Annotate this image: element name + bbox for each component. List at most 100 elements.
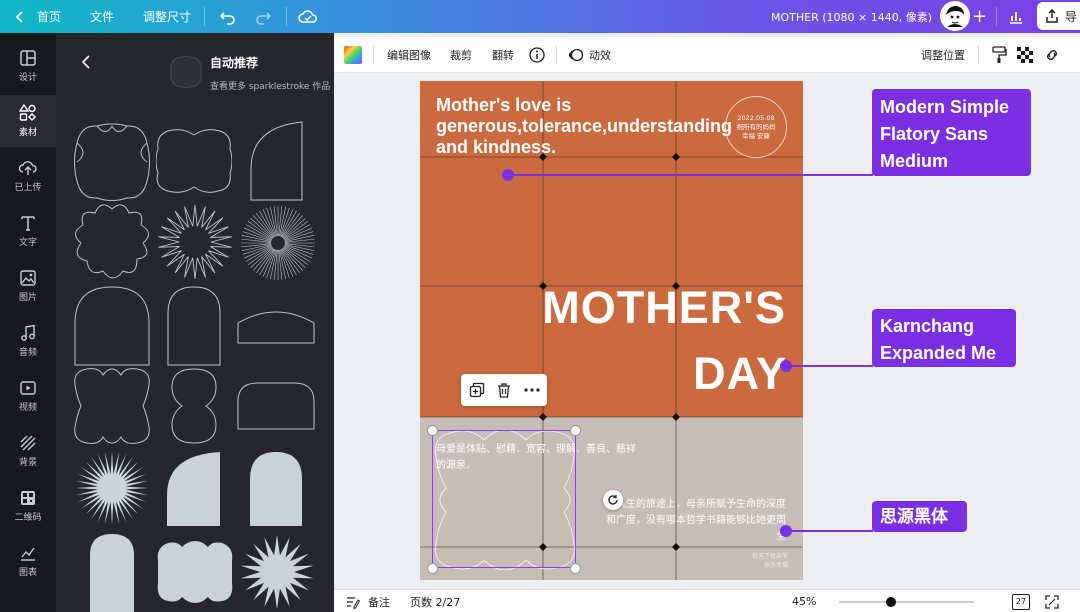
font-annotation-3: 思源黑体 bbox=[872, 501, 967, 532]
rail-item-charts[interactable]: 图表 bbox=[0, 535, 56, 587]
info-icon[interactable] bbox=[529, 37, 545, 73]
zoom-slider-thumb[interactable] bbox=[885, 597, 896, 607]
transparency-icon[interactable] bbox=[1017, 37, 1033, 73]
poster-title-day[interactable]: DAY bbox=[570, 347, 787, 401]
share-button[interactable]: 导 bbox=[1037, 2, 1080, 30]
flip-button[interactable]: 翻转 bbox=[492, 37, 514, 73]
rail-item-elements[interactable]: 素材 bbox=[0, 95, 56, 147]
small-text-line: 祝天下母亲节 bbox=[751, 553, 788, 560]
edit-image-button[interactable]: 编辑图像 bbox=[387, 37, 431, 73]
rail-label: 二维码 bbox=[14, 513, 42, 523]
cloud-sync-icon[interactable] bbox=[298, 0, 318, 33]
animate-button[interactable]: 动效 bbox=[568, 37, 611, 73]
date-badge[interactable]: 2022.05.08 祝所有的妈妈 幸福 安康 bbox=[725, 96, 787, 158]
shape-scalloped-filled[interactable] bbox=[156, 541, 234, 603]
resize-handle[interactable] bbox=[570, 425, 581, 436]
element-float-toolbar bbox=[461, 374, 547, 406]
rail-item-background[interactable]: 背景 bbox=[0, 425, 56, 477]
shape-dome-outline[interactable] bbox=[236, 381, 316, 431]
date-text: 2022.05.08 bbox=[737, 113, 775, 122]
paint-roller-icon[interactable] bbox=[991, 37, 1007, 73]
crop-button[interactable]: 裁剪 bbox=[450, 37, 472, 73]
page-indicator[interactable]: 页数 2/27 bbox=[410, 590, 460, 612]
shape-quarter-arch-filled[interactable] bbox=[166, 451, 222, 527]
poster-title-mothers[interactable]: MOTHER'S bbox=[516, 281, 786, 335]
shape-tall-arch-outline[interactable] bbox=[166, 285, 222, 367]
audio-icon bbox=[21, 324, 35, 341]
undo-icon[interactable] bbox=[219, 0, 237, 33]
rail-item-photos[interactable]: 图片 bbox=[0, 260, 56, 312]
shape-starburst-filled[interactable] bbox=[73, 449, 151, 527]
annotation-line: Karnchang bbox=[880, 316, 975, 336]
shape-flat-arch-outline[interactable] bbox=[236, 305, 316, 345]
shape-rounded-cross-outline[interactable] bbox=[73, 367, 151, 445]
shape-star-filled[interactable] bbox=[238, 533, 316, 611]
zoom-slider[interactable] bbox=[839, 597, 974, 607]
rail-label: 图表 bbox=[18, 568, 37, 578]
poster-cn-text-right[interactable]: 在人生的旅途上，母亲所赋予生命的深度和广度，没有哪本哲学书籍能够比她更周全 bbox=[600, 497, 786, 545]
shape-radial-lines[interactable] bbox=[238, 203, 318, 283]
rail-label: 背景 bbox=[18, 458, 37, 468]
rail-item-qrcode[interactable]: 二维码 bbox=[0, 480, 56, 532]
duplicate-icon[interactable] bbox=[469, 382, 485, 402]
small-text-line: 快乐幸福 bbox=[763, 562, 788, 569]
shape-sunburst-outline[interactable] bbox=[156, 203, 234, 281]
poster-cn-small[interactable]: 祝天下母亲节 快乐幸福 bbox=[710, 552, 788, 570]
file-menu[interactable]: 文件 bbox=[90, 0, 114, 33]
rail-label: 音频 bbox=[18, 348, 37, 358]
creator-link[interactable]: 查看更多 sparklestroke 作品 bbox=[210, 79, 330, 92]
link-icon[interactable] bbox=[1043, 37, 1061, 73]
analytics-icon[interactable] bbox=[1008, 0, 1024, 33]
resize-handle[interactable] bbox=[570, 563, 581, 574]
more-options-icon[interactable] bbox=[523, 382, 541, 402]
fullscreen-icon[interactable] bbox=[1045, 590, 1059, 612]
context-toolbar: 编辑图像 裁剪 翻转 动效 调整位置 bbox=[334, 37, 1080, 73]
shape-arch-outline[interactable] bbox=[73, 285, 151, 367]
selection-box[interactable] bbox=[432, 430, 576, 568]
image-icon bbox=[20, 270, 36, 286]
background-icon bbox=[20, 435, 36, 451]
share-icon bbox=[1046, 9, 1058, 23]
shape-scalloped-rect-outline[interactable] bbox=[156, 129, 232, 193]
shape-four-lobed-outline[interactable] bbox=[73, 123, 151, 201]
animate-label: 动效 bbox=[589, 49, 611, 62]
zoom-level[interactable]: 45% bbox=[792, 590, 816, 612]
rail-item-text[interactable]: 文字 bbox=[0, 205, 56, 257]
color-picker-icon[interactable] bbox=[343, 37, 363, 73]
notes-button[interactable]: 备注 bbox=[346, 590, 390, 612]
layout-icon bbox=[20, 50, 36, 66]
shape-flower-outline[interactable] bbox=[73, 203, 151, 281]
notes-label: 备注 bbox=[368, 595, 390, 609]
upload-icon bbox=[19, 161, 37, 175]
rail-item-video[interactable]: 视频 bbox=[0, 370, 56, 422]
shape-pill-arch-filled[interactable] bbox=[88, 533, 136, 612]
panel-back-icon[interactable] bbox=[80, 53, 94, 71]
add-collaborator-icon[interactable]: + bbox=[972, 0, 987, 33]
bottom-bar: 备注 页数 2/27 45% 27 bbox=[334, 589, 1080, 612]
delete-icon[interactable] bbox=[496, 382, 512, 402]
qrcode-icon bbox=[21, 491, 35, 505]
home-button[interactable]: 首页 bbox=[37, 0, 61, 33]
document-title[interactable]: MOTHER (1080 × 1440, 像素) bbox=[771, 0, 932, 33]
page-grid-button[interactable]: 27 bbox=[1012, 590, 1030, 612]
rotate-icon bbox=[608, 495, 618, 505]
resize-handle[interactable] bbox=[427, 425, 438, 436]
panel-title: 自动推荐 bbox=[210, 56, 259, 70]
date-text: 幸福 安康 bbox=[741, 131, 771, 140]
shape-double-circle-outline[interactable] bbox=[170, 367, 218, 445]
user-avatar[interactable] bbox=[940, 1, 970, 31]
rail-item-uploads[interactable]: 已上传 bbox=[0, 150, 56, 202]
shape-quarter-arch-outline[interactable] bbox=[250, 121, 304, 201]
rail-item-audio[interactable]: 音频 bbox=[0, 315, 56, 367]
date-text: 祝所有的妈妈 bbox=[736, 122, 776, 131]
poster-headline[interactable]: Mother's love is generous,tolerance,unde… bbox=[436, 95, 732, 158]
resize-button[interactable]: 调整尺寸 bbox=[143, 0, 191, 33]
rail-label: 图片 bbox=[18, 293, 37, 303]
shape-arch-filled[interactable] bbox=[248, 451, 304, 527]
position-button[interactable]: 调整位置 bbox=[921, 37, 965, 73]
redo-icon[interactable] bbox=[254, 0, 272, 33]
rotate-handle[interactable] bbox=[603, 490, 623, 510]
rail-item-design[interactable]: 设计 bbox=[0, 40, 56, 92]
resize-handle[interactable] bbox=[427, 563, 438, 574]
back-chevron-icon[interactable] bbox=[14, 0, 26, 33]
